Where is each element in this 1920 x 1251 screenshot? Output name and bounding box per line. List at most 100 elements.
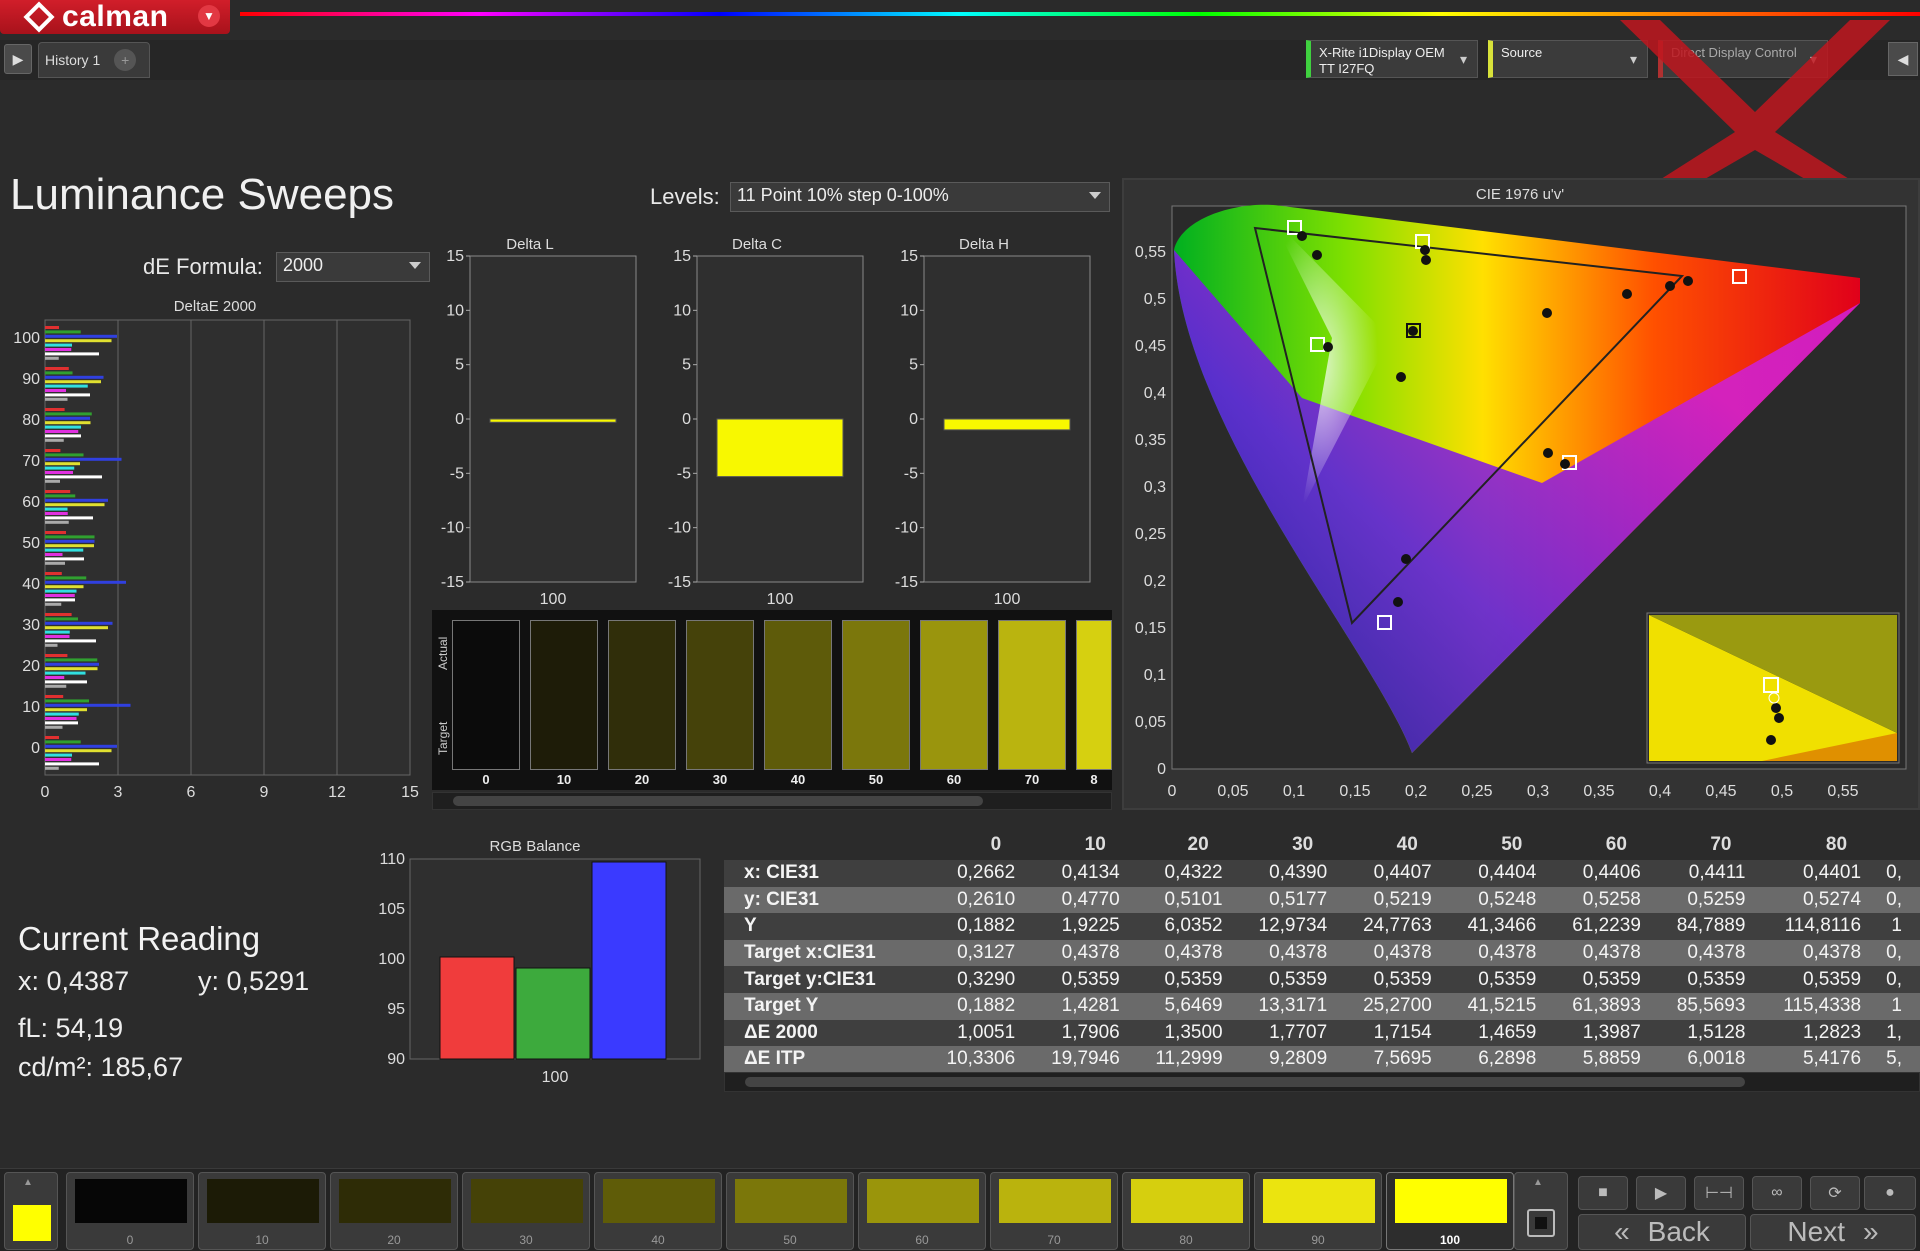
- swatch-column: [530, 620, 598, 770]
- y-tick-label: -10: [441, 520, 464, 537]
- loop-icon[interactable]: ∞: [1752, 1176, 1802, 1210]
- swatch-label: 20: [634, 772, 650, 787]
- deltae-bar: [45, 421, 91, 425]
- deltae-bar: [45, 503, 105, 507]
- deltae-bar: [45, 516, 93, 520]
- deltae-bar: [45, 643, 58, 647]
- table-cell: 0,5177: [1240, 886, 1346, 914]
- table-cell: 0,4390: [1240, 860, 1346, 887]
- step-icon[interactable]: ⊢⊣: [1694, 1176, 1744, 1210]
- table-cell: 0,3127: [928, 939, 1034, 967]
- play-icon[interactable]: ▶: [1636, 1176, 1686, 1210]
- scrollbar-thumb[interactable]: [745, 1077, 1745, 1087]
- swatch-panel: Actual Target 0 10 20 30 40 50 60 70 8: [432, 610, 1112, 790]
- patch-button[interactable]: 40: [594, 1172, 722, 1250]
- refresh-icon[interactable]: ⟳: [1810, 1176, 1860, 1210]
- y-tick-label: 80: [22, 412, 40, 429]
- column-header: 20: [1137, 830, 1241, 860]
- deltae-bar: [45, 393, 90, 397]
- patch-button[interactable]: 90: [1254, 1172, 1382, 1250]
- stop-icon[interactable]: ■: [1578, 1176, 1628, 1210]
- y-tick-label: 15: [673, 248, 691, 265]
- patch-button[interactable]: 20: [330, 1172, 458, 1250]
- row-label: ΔE ITP: [724, 1046, 929, 1073]
- table-cell: 1: [1879, 913, 1920, 940]
- table-cell: 0,5219: [1345, 886, 1450, 914]
- next-button[interactable]: Next »: [1750, 1214, 1916, 1250]
- patch-button[interactable]: 100: [1386, 1172, 1514, 1250]
- deltae-bar: [45, 639, 96, 643]
- patch-color: [1395, 1179, 1507, 1223]
- play-icon[interactable]: ▶: [4, 44, 32, 74]
- patch-button[interactable]: 0: [66, 1172, 194, 1250]
- chevron-down-icon[interactable]: ▼: [198, 5, 220, 27]
- meter-selector[interactable]: X-Rite i1Display OEM TT I27FQ ▾: [1306, 40, 1478, 78]
- collapse-left-icon[interactable]: ◀: [1888, 42, 1918, 76]
- x-tick-label: 0: [41, 784, 50, 800]
- levels-dropdown[interactable]: 11 Point 10% step 0-100%: [730, 182, 1110, 212]
- measurement-table: 0 10 20 30 40 50 60 70 80 x: CIE31 0,2662 0,4134 0,…: [724, 830, 1920, 1092]
- deltae-bar: [45, 471, 73, 474]
- table-scrollbar[interactable]: [724, 1072, 1920, 1092]
- swatch-scrollbar[interactable]: [432, 792, 1112, 810]
- table-cell: 0,4401: [1763, 860, 1880, 887]
- y-tick-label: -5: [904, 465, 918, 482]
- rgb-y-tick-label: 105: [378, 901, 405, 918]
- table-cell: 0,4406: [1554, 860, 1659, 887]
- y-tick-label: -15: [668, 574, 691, 591]
- stop-measure-button[interactable]: ▲: [1514, 1172, 1568, 1250]
- cie-x-tick-label: 0: [1168, 783, 1177, 800]
- tab-history-1[interactable]: History 1 +: [38, 42, 150, 78]
- deltae-bar: [45, 425, 81, 429]
- swatch-label: 8: [1090, 772, 1098, 787]
- y-tick-label: 60: [22, 494, 40, 511]
- rgb-bar-blue: [591, 861, 667, 1060]
- de-formula-dropdown[interactable]: 2000: [276, 252, 430, 282]
- y-tick-label: 10: [900, 302, 918, 319]
- table-cell: 5,8859: [1554, 1046, 1659, 1073]
- back-button[interactable]: « Back: [1578, 1214, 1746, 1250]
- deltae-bar: [45, 412, 92, 416]
- patch-button[interactable]: 60: [858, 1172, 986, 1250]
- deltae-bar: [45, 654, 68, 657]
- y-tick-label: -15: [895, 574, 918, 591]
- levels-label: Levels:: [650, 184, 720, 209]
- patch-button[interactable]: 50: [726, 1172, 854, 1250]
- add-tab-icon[interactable]: +: [114, 49, 137, 71]
- y-tick-label: 10: [446, 302, 464, 319]
- meter-display: TT I27FQ: [1319, 61, 1375, 76]
- deltae-bar: [45, 375, 104, 379]
- table-row: Y 0,1882 1,9225 6,0352 12,9734 24,7763 41,3466…: [724, 913, 1920, 940]
- table-cell: 0,5101: [1137, 886, 1241, 914]
- cie-diagram: 0 0,05 0,1 0,15 0,2 0,25 0,3 0,35 0,4 0,45 0,5 0,55…: [1135, 204, 1907, 800]
- patch-button[interactable]: 80: [1122, 1172, 1250, 1250]
- cie-y-tick-label: 0,1: [1144, 667, 1166, 684]
- delta-chart: 15 10 5 0 -5 -10 -15 100: [895, 248, 1091, 606]
- patch-label: 80: [1179, 1233, 1193, 1247]
- swatch-label: 40: [790, 772, 806, 787]
- swatch-label: 60: [946, 772, 962, 787]
- double-chevron-left-icon: «: [1614, 1216, 1630, 1247]
- y-tick-label: 70: [22, 453, 40, 470]
- deltae-bar: [45, 621, 113, 625]
- cie-y-tick-label: 0,4: [1144, 385, 1166, 402]
- options-icon[interactable]: ●: [1864, 1176, 1916, 1210]
- patch-button[interactable]: 30: [462, 1172, 590, 1250]
- scrollbar-thumb[interactable]: [453, 796, 983, 806]
- table-row: ΔE ITP 10,3306 19,7946 11,2999 9,2809 7,5695 6…: [724, 1046, 1920, 1073]
- row-label: y: CIE31: [724, 886, 929, 914]
- y-tick-label: -10: [668, 520, 691, 537]
- deltae-bar: [45, 520, 69, 524]
- table-cell: 0,: [1879, 939, 1920, 967]
- table-cell: 0,: [1879, 860, 1920, 887]
- calman-logo-button[interactable]: calman ▼: [0, 0, 230, 34]
- chevron-up-icon[interactable]: ▲: [23, 1177, 33, 1188]
- deltae-bar: [45, 740, 81, 744]
- patch-button[interactable]: 10: [198, 1172, 326, 1250]
- table-cell: 0,3290: [928, 966, 1034, 993]
- swatch-column: [764, 620, 832, 770]
- deltae-bar: [45, 708, 87, 712]
- deltae-bar: [45, 449, 61, 452]
- patch-button[interactable]: 70: [990, 1172, 1118, 1250]
- swatch-label: 30: [712, 772, 728, 787]
